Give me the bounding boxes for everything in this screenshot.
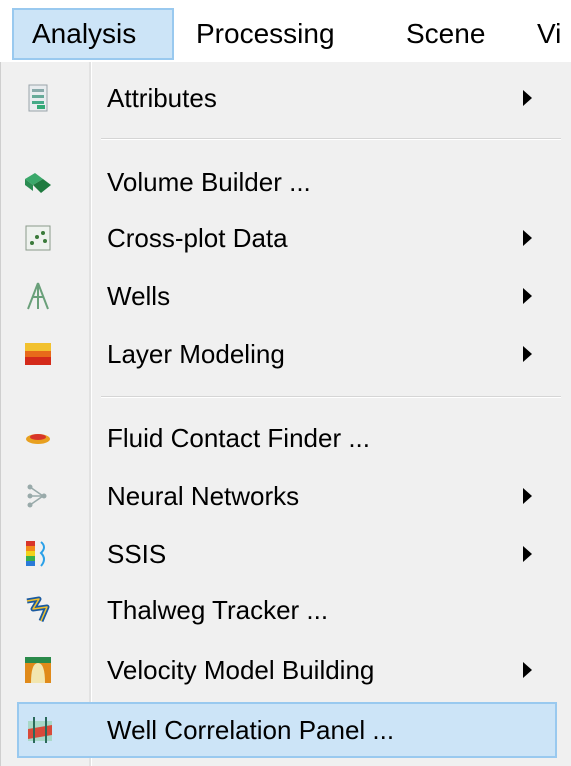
menu-item-fluid-contact-finder[interactable]: Fluid Contact Finder ... bbox=[1, 410, 571, 466]
menubar-analysis[interactable]: Analysis bbox=[12, 8, 174, 60]
menu-item-volume-builder[interactable]: Volume Builder ... bbox=[1, 154, 571, 210]
volume-builder-icon bbox=[25, 173, 51, 193]
menu-separator bbox=[101, 138, 561, 140]
fluid-contact-icon bbox=[26, 434, 50, 444]
submenu-arrow-icon bbox=[523, 546, 532, 562]
submenu-arrow-icon bbox=[523, 288, 532, 304]
menu-item-cross-plot-data[interactable]: Cross-plot Data bbox=[1, 210, 571, 266]
neural-networks-icon bbox=[27, 484, 47, 508]
menu-item-label: SSIS bbox=[107, 539, 167, 569]
menu-item-label: Well Correlation Panel ... bbox=[107, 715, 395, 745]
menu-item-label: Neural Networks bbox=[107, 481, 300, 511]
submenu-arrow-icon bbox=[523, 346, 532, 362]
layer-modeling-icon bbox=[25, 343, 51, 365]
menu-item-velocity-model-building[interactable]: Velocity Model Building bbox=[1, 642, 571, 698]
menubar-view[interactable]: Vi bbox=[537, 8, 561, 60]
menu-item-layer-modeling[interactable]: Layer Modeling bbox=[1, 326, 571, 382]
menu-bar: Analysis Processing Scene Vi bbox=[0, 0, 571, 70]
menu-item-label: Velocity Model Building bbox=[107, 655, 375, 685]
cross-plot-icon bbox=[25, 225, 51, 251]
attributes-icon bbox=[28, 84, 48, 112]
menu-item-label: Wells bbox=[107, 281, 171, 311]
menu-item-label: Cross-plot Data bbox=[107, 223, 288, 253]
analysis-dropdown-menu: Attributes Volume Builder ... Cross-plot… bbox=[0, 62, 571, 766]
menu-item-thalweg-tracker[interactable]: Thalweg Tracker ... bbox=[1, 582, 571, 638]
menu-separator bbox=[101, 396, 561, 398]
menu-item-neural-networks[interactable]: Neural Networks bbox=[1, 468, 571, 524]
submenu-arrow-icon bbox=[523, 230, 532, 246]
submenu-arrow-icon bbox=[523, 488, 532, 504]
menu-item-label: Layer Modeling bbox=[107, 339, 285, 369]
ssis-icon bbox=[26, 541, 45, 567]
wells-icon bbox=[27, 282, 49, 310]
menubar-scene[interactable]: Scene bbox=[406, 8, 485, 60]
submenu-arrow-icon bbox=[523, 90, 532, 106]
menubar-processing[interactable]: Processing bbox=[196, 8, 335, 60]
submenu-arrow-icon bbox=[523, 662, 532, 678]
menu-item-label: Volume Builder ... bbox=[107, 167, 311, 197]
menu-item-label: Attributes bbox=[107, 83, 217, 113]
menu-item-label: Thalweg Tracker ... bbox=[107, 595, 329, 625]
menu-item-label: Fluid Contact Finder ... bbox=[107, 423, 370, 453]
menu-item-ssis[interactable]: SSIS bbox=[1, 526, 571, 582]
well-correlation-icon bbox=[28, 717, 52, 743]
velocity-model-icon bbox=[25, 657, 51, 683]
menu-item-well-correlation-panel[interactable]: Well Correlation Panel ... bbox=[17, 702, 557, 758]
menu-item-attributes[interactable]: Attributes bbox=[1, 70, 571, 126]
thalweg-tracker-icon bbox=[26, 596, 50, 622]
menu-item-wells[interactable]: Wells bbox=[1, 268, 571, 324]
